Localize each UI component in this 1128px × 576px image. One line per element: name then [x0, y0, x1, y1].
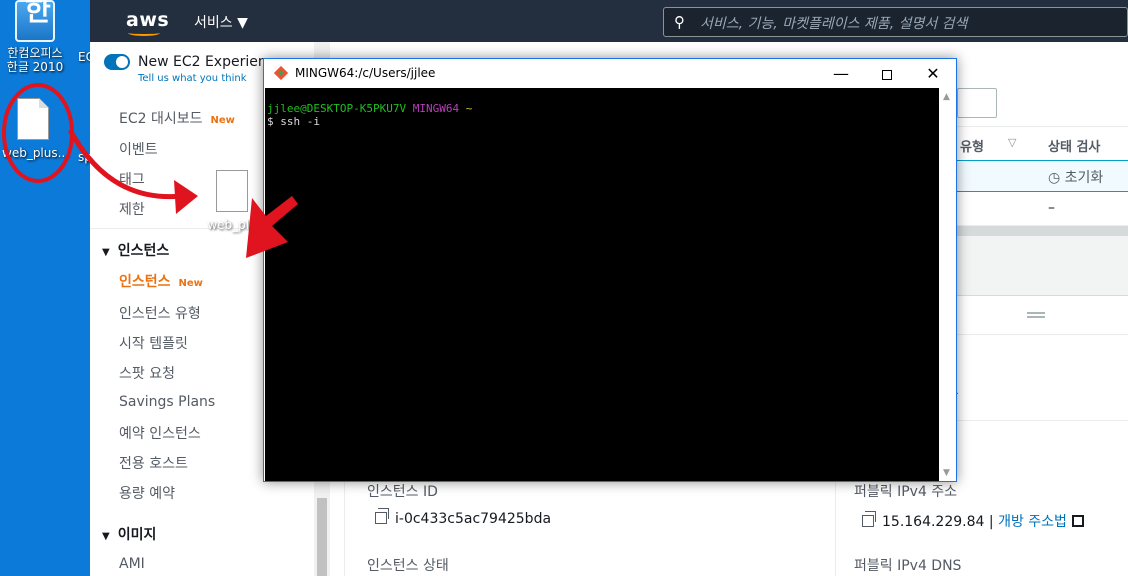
new-badge: New — [210, 115, 235, 126]
web-plus-file-label: web_plus... — [2, 146, 70, 160]
prompt-path: ~ — [465, 102, 473, 115]
table-header: 유형 ▽ 상태 검사 — [940, 126, 1128, 160]
hancom-office-shortcut[interactable]: 한 한컴오피스 한글 2010 — [0, 0, 70, 74]
public-ipv4-label: 퍼블릭 IPv4 주소 — [854, 484, 958, 500]
prompt-env: MINGW64 — [412, 102, 460, 115]
table-row[interactable]: – — [940, 192, 1128, 226]
scroll-up-icon[interactable]: ▲ — [943, 92, 950, 102]
sidebar-item-limits[interactable]: 제한 — [119, 199, 145, 219]
file-icon — [17, 98, 49, 140]
dragged-file-label: web_plu — [207, 218, 257, 232]
copy-icon[interactable] — [375, 508, 389, 524]
sidebar-section-images[interactable]: ▼ 이미지 — [102, 524, 156, 544]
new-badge: New — [178, 278, 203, 289]
terminal-prompt-line: jjlee@DESKTOP-K5PKU7V MINGW64 ~ — [267, 102, 939, 115]
instance-id-label: 인스턴스 ID — [367, 484, 438, 500]
prompt-user-host: jjlee@DESKTOP-K5PKU7V — [267, 102, 407, 115]
maximize-button[interactable] — [864, 59, 910, 88]
sidebar-item-events[interactable]: 이벤트 — [119, 139, 158, 159]
sidebar-item-launch-templates[interactable]: 시작 템플릿 — [119, 333, 188, 353]
instance-state-label: 인스턴스 상태 — [367, 558, 449, 574]
maximize-icon — [882, 69, 892, 80]
close-button[interactable]: ✕ — [910, 59, 956, 88]
git-bash-terminal-window[interactable]: MINGW64:/c/Users/jjlee — ✕ jjlee@DESKTOP… — [263, 58, 957, 482]
sidebar-item-dedicated-hosts[interactable]: 전용 호스트 — [119, 453, 188, 473]
aws-top-navigation: aws 서비스 ▼ ⚲ 서비스, 기능, 마켓플레이스 제품, 설명서 검색 — [90, 0, 1128, 42]
terminal-title-bar[interactable]: MINGW64:/c/Users/jjlee — ✕ — [264, 59, 956, 88]
column-header-status-check[interactable]: 상태 검사 — [1048, 136, 1100, 155]
column-header-type[interactable]: 유형 — [960, 136, 984, 155]
search-icon: ⚲ — [674, 13, 685, 31]
hancom-app-icon: 한 — [15, 0, 55, 42]
minimize-button[interactable]: — — [818, 59, 864, 88]
copy-icon[interactable] — [862, 511, 876, 527]
instance-details: 인스턴스 ID i-0c433c5ac79425bda 인스턴스 상태 퍼블릭 … — [344, 467, 1128, 576]
services-menu[interactable]: 서비스 ▼ — [194, 12, 248, 32]
sort-icon[interactable]: ▽ — [1008, 136, 1016, 149]
search-placeholder: 서비스, 기능, 마켓플레이스 제품, 설명서 검색 — [700, 16, 968, 32]
terminal-scrollbar[interactable]: ▲ ▼ — [939, 88, 956, 481]
sidebar-item-capacity-reservations[interactable]: 용량 예약 — [119, 483, 175, 503]
sidebar-item-instance-types[interactable]: 인스턴스 유형 — [119, 303, 201, 323]
sidebar-item-dashboard[interactable]: EC2 대시보드 New — [119, 108, 235, 128]
caret-down-icon: ▼ — [102, 531, 110, 542]
terminal-title: MINGW64:/c/Users/jjlee — [295, 66, 436, 80]
caret-down-icon: ▼ — [102, 247, 110, 258]
public-dns-label: 퍼블릭 IPv4 DNS — [854, 558, 962, 574]
sidebar-item-instances[interactable]: 인스턴스 New — [119, 271, 203, 291]
public-ipv4-value: 15.164.229.84 | 개방 주소법 — [862, 511, 1084, 531]
scroll-down-icon[interactable]: ▼ — [943, 468, 950, 478]
aws-logo-smile — [128, 30, 160, 36]
git-icon — [274, 66, 288, 80]
clock-icon: ◷ — [1048, 170, 1065, 186]
sidebar-item-spot-requests[interactable]: 스팟 요청 — [119, 363, 175, 383]
sidebar-item-savings-plans[interactable]: Savings Plans — [119, 394, 215, 410]
pagination-input[interactable] — [957, 88, 997, 118]
resize-handle-icon[interactable] — [1027, 312, 1045, 318]
aws-logo[interactable]: aws — [126, 9, 169, 31]
sidebar-item-reserved-instances[interactable]: 예약 인스턴스 — [119, 423, 201, 443]
hancom-label-line2: 한글 2010 — [6, 60, 64, 74]
hancom-label-line1: 한컴오피스 — [7, 46, 63, 60]
tell-us-link[interactable]: Tell us what you think — [138, 73, 247, 84]
table-row-selected[interactable]: ◷ 초기화 — [940, 160, 1128, 192]
column-divider — [835, 467, 836, 576]
sidebar-item-tags[interactable]: 태그 — [119, 169, 145, 189]
status-check-cell: ◷ 초기화 — [1048, 170, 1104, 186]
terminal-command-line: $ ssh -i — [267, 115, 320, 128]
dragged-file-ghost: web_plu — [202, 170, 262, 232]
instance-id-value: i-0c433c5ac79425bda — [375, 508, 551, 527]
open-address-link[interactable]: 개방 주소법 — [998, 514, 1067, 530]
file-icon — [216, 170, 248, 212]
new-experience-toggle[interactable] — [104, 54, 130, 70]
external-link-icon[interactable] — [1071, 515, 1084, 527]
web-plus-key-file[interactable]: web_plus... — [2, 98, 70, 160]
status-check-cell: – — [1048, 200, 1055, 216]
terminal-output[interactable]: jjlee@DESKTOP-K5PKU7V MINGW64 ~ $ ssh -i — [265, 88, 939, 481]
new-experience-label: New EC2 Experience — [138, 54, 284, 70]
sidebar-item-ami[interactable]: AMI — [119, 556, 145, 572]
windows-desktop: 한 한컴오피스 한글 2010 web_plus... EC sp — [0, 0, 94, 576]
sidebar-section-instances[interactable]: ▼ 인스턴스 — [102, 240, 169, 260]
sidebar-scrollbar-thumb[interactable] — [317, 498, 327, 576]
aws-search-input[interactable]: ⚲ 서비스, 기능, 마켓플레이스 제품, 설명서 검색 — [663, 7, 1128, 37]
